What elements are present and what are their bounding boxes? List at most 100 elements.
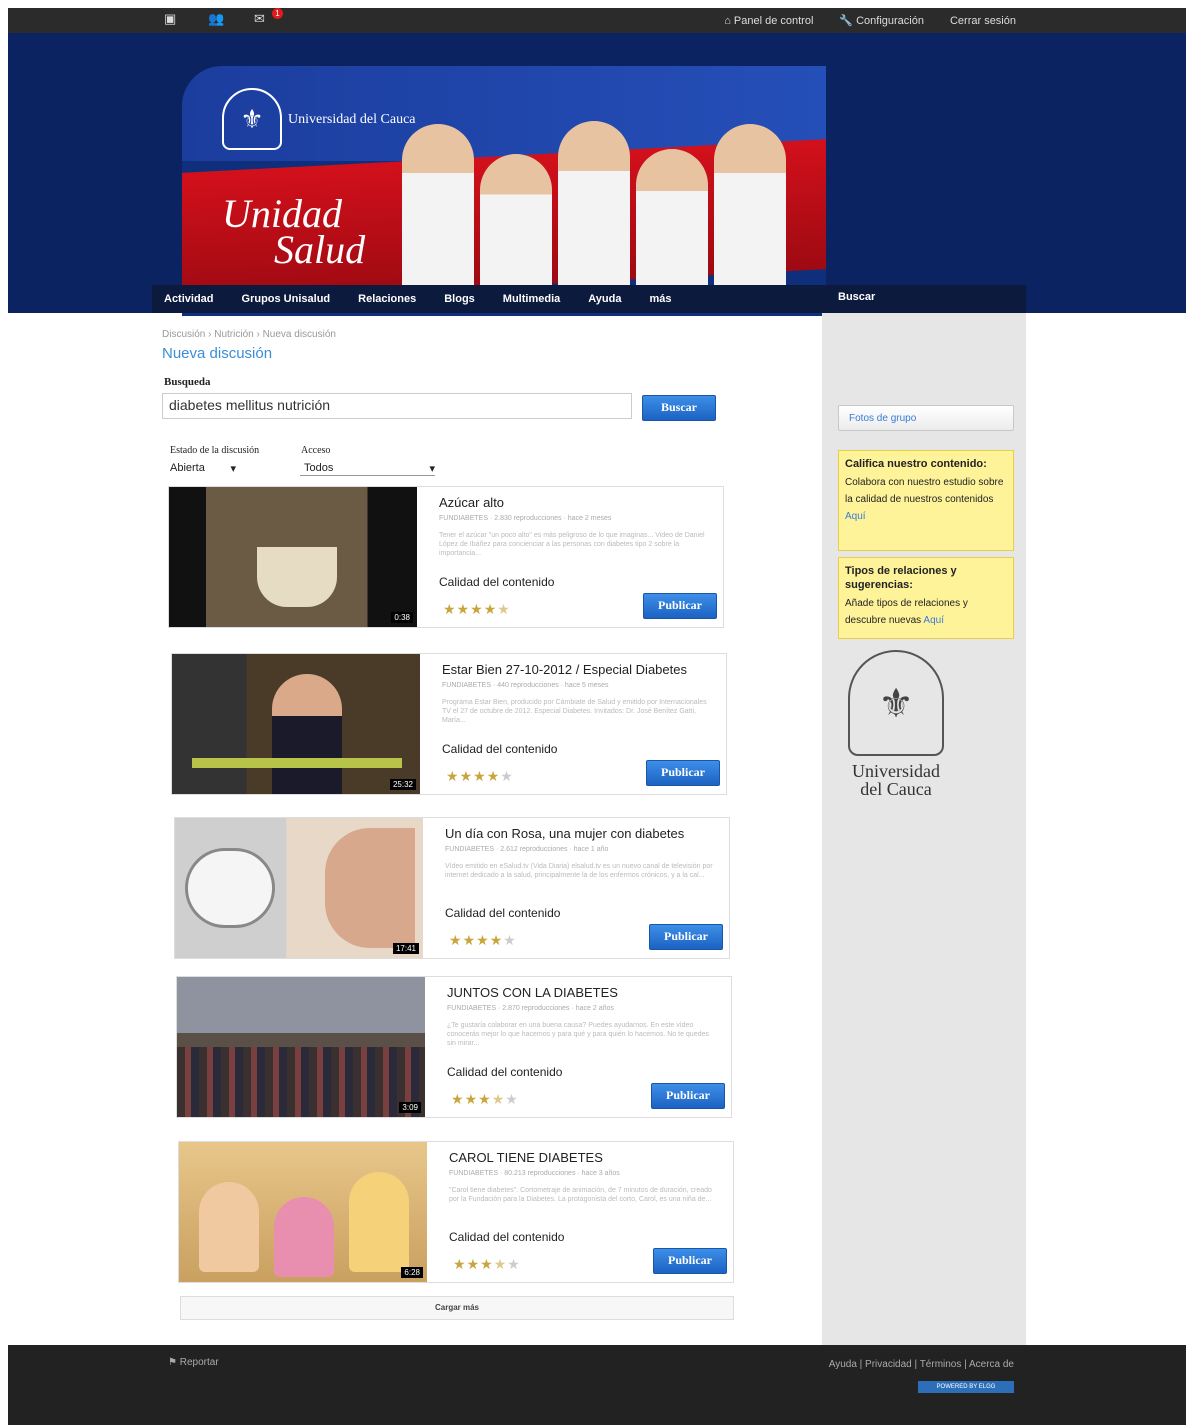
nav-item-actividad[interactable]: Actividad <box>164 293 214 305</box>
star-icon[interactable]: ★ <box>490 932 504 948</box>
video-meta: FUNDIABETES · 2.870 reproducciones · hac… <box>447 1005 614 1012</box>
nav-item-blogs[interactable]: Blogs <box>444 293 475 305</box>
star-icon[interactable]: ★ <box>465 1091 479 1107</box>
star-icon[interactable]: ★ <box>500 768 514 784</box>
star-icon[interactable]: ★ <box>476 932 490 948</box>
footer-links[interactable]: Ayuda | Privacidad | Términos | Acerca d… <box>829 1359 1014 1370</box>
banner: ⚜ Universidad del Cauca Unidad Salud <box>182 66 826 316</box>
note-link[interactable]: Aquí <box>923 615 944 626</box>
breadcrumb[interactable]: Discusión › Nutrición › Nueva discusión <box>162 329 336 340</box>
rating-stars[interactable]: ★★★★★ <box>453 1256 521 1273</box>
presenter-shape <box>272 674 342 794</box>
star-icon[interactable]: ★ <box>507 1256 521 1272</box>
messages-icon[interactable]: ✉ <box>254 12 268 26</box>
video-description: Programa Estar Bien, producido por Cámbi… <box>442 699 707 724</box>
star-icon[interactable]: ★ <box>453 1256 467 1272</box>
dropdown-arrow-icon: ▾ <box>230 463 236 475</box>
rating-stars[interactable]: ★★★★★ <box>451 1091 519 1108</box>
nav-item-grupos[interactable]: Grupos Unisalud <box>242 293 331 305</box>
home-icon: ⌂ <box>724 14 731 27</box>
video-thumbnail[interactable]: 17:41 <box>175 818 423 958</box>
video-thumbnail[interactable]: 3:09 <box>177 977 425 1117</box>
video-description: Vídeo emitido en eSalud.tv (Vida Diaria)… <box>445 863 713 879</box>
video-title[interactable]: JUNTOS CON LA DIABETES <box>447 985 618 1000</box>
star-icon[interactable]: ★ <box>451 1091 465 1107</box>
crest-text-2: del Cauca <box>860 779 932 799</box>
nav-item-mas[interactable]: más <box>649 293 671 305</box>
video-thumbnail[interactable]: 25:32 <box>172 654 420 794</box>
relations-note: Tipos de relaciones y sugerencias: Añade… <box>838 557 1014 639</box>
crest-text-1: Universidad <box>852 761 940 781</box>
quality-label: Calidad del contenido <box>445 906 561 920</box>
nav-item-multimedia[interactable]: Multimedia <box>503 293 560 305</box>
logout-link[interactable]: Cerrar sesión <box>950 14 1016 27</box>
nav-item-ayuda[interactable]: Ayuda <box>588 293 621 305</box>
video-title[interactable]: Azúcar alto <box>439 495 504 510</box>
rating-stars[interactable]: ★★★★★ <box>443 601 511 618</box>
star-icon[interactable]: ★ <box>473 768 487 784</box>
profile-icon[interactable]: ▣ <box>164 12 178 26</box>
group-photos-button[interactable]: Fotos de grupo <box>838 405 1014 431</box>
star-icon[interactable]: ★ <box>484 601 498 617</box>
star-icon[interactable]: ★ <box>497 601 511 617</box>
star-icon[interactable]: ★ <box>460 768 474 784</box>
search-button[interactable]: Buscar <box>642 395 716 421</box>
star-icon[interactable]: ★ <box>470 601 484 617</box>
star-icon[interactable]: ★ <box>463 932 477 948</box>
report-icon: ⚑ <box>168 1357 177 1368</box>
star-icon[interactable]: ★ <box>443 601 457 617</box>
star-icon[interactable]: ★ <box>446 768 460 784</box>
publish-button[interactable]: Publicar <box>646 760 720 786</box>
report-link[interactable]: ⚑ Reportar <box>168 1357 219 1368</box>
star-icon[interactable]: ★ <box>487 768 501 784</box>
publish-button[interactable]: Publicar <box>649 924 723 950</box>
star-icon[interactable]: ★ <box>505 1091 519 1107</box>
video-meta: FUNDIABETES · 2.830 reproducciones · hac… <box>439 515 612 522</box>
star-icon[interactable]: ★ <box>480 1256 494 1272</box>
nav-search[interactable]: Buscar <box>838 291 875 303</box>
brand-title: Unidad Salud <box>222 194 366 272</box>
search-input[interactable]: diabetes mellitus nutrición <box>162 393 632 419</box>
settings-link[interactable]: 🔧 Configuración <box>839 14 924 28</box>
publish-button[interactable]: Publicar <box>653 1248 727 1274</box>
star-icon[interactable]: ★ <box>449 932 463 948</box>
publish-button[interactable]: Publicar <box>651 1083 725 1109</box>
friends-icon[interactable]: 👥 <box>208 12 224 26</box>
load-more-button[interactable]: Cargar más <box>180 1296 734 1320</box>
doctor-figure <box>636 149 708 299</box>
dashboard-link[interactable]: ⌂ Panel de control <box>724 14 813 27</box>
video-title[interactable]: CAROL TIENE DIABETES <box>449 1150 603 1165</box>
state-select[interactable]: Abierta ▾ <box>170 462 236 475</box>
brand-line-2: Salud <box>274 227 366 272</box>
star-icon[interactable]: ★ <box>503 932 517 948</box>
star-icon[interactable]: ★ <box>478 1091 492 1107</box>
search-label: Busqueda <box>164 376 211 388</box>
publish-button[interactable]: Publicar <box>643 593 717 619</box>
person-face-shape <box>325 828 415 948</box>
star-icon[interactable]: ★ <box>494 1256 508 1272</box>
notifications-badge: 1 <box>272 8 283 19</box>
video-card: 6:28 CAROL TIENE DIABETES FUNDIABETES · … <box>178 1141 734 1283</box>
access-select[interactable]: Todos ▾ <box>300 462 435 476</box>
video-thumbnail[interactable]: 6:28 <box>179 1142 427 1282</box>
video-duration: 25:32 <box>389 779 416 790</box>
star-icon[interactable]: ★ <box>467 1256 481 1272</box>
star-icon[interactable]: ★ <box>457 601 471 617</box>
rating-stars[interactable]: ★★★★★ <box>446 768 514 785</box>
video-thumbnail[interactable]: 0:38 <box>169 487 417 627</box>
video-title[interactable]: Estar Bien 27-10-2012 / Especial Diabete… <box>442 662 687 677</box>
note-link[interactable]: Aquí <box>845 511 866 522</box>
quality-label: Calidad del contenido <box>442 742 558 756</box>
university-crest: ⚜ Universidad del Cauca <box>846 650 946 800</box>
video-card: 25:32 Estar Bien 27-10-2012 / Especial D… <box>171 653 727 795</box>
star-icon[interactable]: ★ <box>492 1091 506 1107</box>
video-title[interactable]: Un día con Rosa, una mujer con diabetes <box>445 826 684 841</box>
nav-item-relaciones[interactable]: Relaciones <box>358 293 416 305</box>
powered-by-badge[interactable]: POWERED BY ELGG <box>918 1381 1014 1393</box>
university-logo: ⚜ Universidad del Cauca <box>222 88 416 150</box>
note-text: Colabora con nuestro estudio sobre la ca… <box>845 477 1004 505</box>
rating-stars[interactable]: ★★★★★ <box>449 932 517 949</box>
footer: ⚑ Reportar Ayuda | Privacidad | Términos… <box>8 1345 1186 1425</box>
video-duration: 6:28 <box>401 1267 423 1278</box>
note-title: Tipos de relaciones y sugerencias: <box>845 565 957 591</box>
